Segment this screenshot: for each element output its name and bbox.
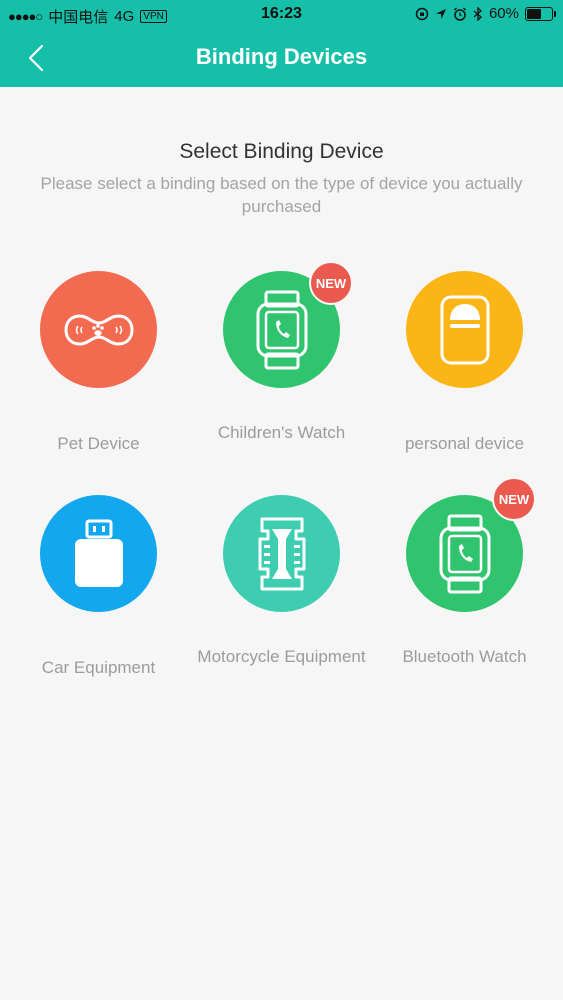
- status-bar: ●●●●○ 中国电信 4G VPN 16:23 60%: [0, 0, 563, 30]
- device-circle: [406, 271, 523, 388]
- section-description: Please select a binding based on the typ…: [40, 174, 523, 216]
- new-badge: NEW: [309, 261, 353, 305]
- device-label: Motorcycle Equipment: [197, 647, 366, 666]
- device-label: Car Equipment: [41, 658, 156, 677]
- device-circle: [40, 271, 157, 388]
- device-option-motorcycle[interactable]: Motorcycle Equipment: [190, 495, 373, 695]
- battery-percent: 60%: [488, 5, 519, 22]
- new-badge: NEW: [492, 477, 536, 521]
- device-label: personal device: [404, 434, 525, 453]
- navigation-bar: Binding Devices: [0, 30, 563, 87]
- device-option-childrens-watch[interactable]: NEW Children's Watch: [190, 261, 373, 471]
- obd-device-icon: [74, 519, 123, 587]
- top-bar: ●●●●○ 中国电信 4G VPN 16:23 60% Binding Devi…: [0, 0, 563, 87]
- smartwatch-icon: [256, 290, 307, 369]
- status-right: 60%: [415, 5, 556, 22]
- device-label: Children's Watch: [217, 423, 346, 442]
- device-option-personal[interactable]: personal device: [373, 271, 556, 471]
- battery-level: [527, 8, 542, 19]
- device-circle: [223, 495, 340, 612]
- device-label: Pet Device: [57, 434, 140, 453]
- orientation-lock-icon: [415, 7, 429, 20]
- pet-tracker-icon: [63, 313, 134, 346]
- section-heading: Select Binding Device: [179, 140, 384, 163]
- alarm-icon: [453, 6, 466, 21]
- page-title: Binding Devices: [195, 44, 368, 69]
- device-option-pet[interactable]: Pet Device: [7, 271, 190, 471]
- device-circle: [40, 495, 157, 612]
- location-arrow-icon: [435, 8, 446, 19]
- personal-tracker-icon: [440, 295, 489, 364]
- battery-icon: [525, 6, 556, 21]
- device-option-car[interactable]: Car Equipment: [7, 495, 190, 695]
- bluetooth-icon: [473, 6, 482, 21]
- motorcycle-tracker-icon: [258, 517, 305, 590]
- device-label: Bluetooth Watch: [402, 647, 527, 666]
- device-option-bluetooth-watch[interactable]: NEW Bluetooth Watch: [373, 477, 556, 695]
- smartwatch-icon: [439, 514, 490, 593]
